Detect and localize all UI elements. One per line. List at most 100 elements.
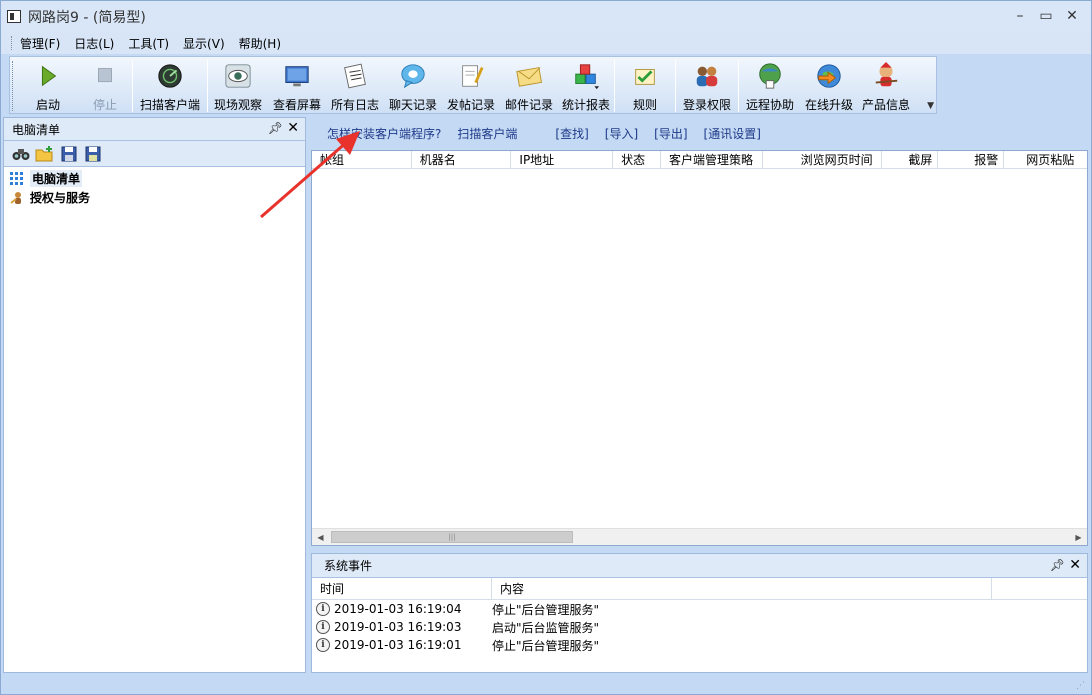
- start-label: 启动: [35, 98, 60, 112]
- chat-icon: [401, 64, 425, 89]
- column-alarm[interactable]: 报警: [938, 151, 1005, 168]
- event-row[interactable]: i 2019-01-03 16:19:01 停止"后台管理服务": [312, 636, 1087, 654]
- save-as-icon[interactable]: [82, 144, 104, 164]
- tree-label-license-service: 授权与服务: [30, 191, 91, 205]
- window-title: 网路岗9 - (简易型): [28, 9, 146, 26]
- tree-label-computer-list: 电脑清单: [30, 170, 83, 187]
- chat-log-label: 聊天记录: [388, 98, 437, 112]
- column-content[interactable]: 内容: [492, 578, 992, 599]
- column-client-policy[interactable]: 客户端管理策略: [661, 151, 763, 168]
- remote-icon: [759, 63, 781, 89]
- remote-assist-label: 远程协助: [745, 98, 794, 112]
- find-binoculars-icon[interactable]: [10, 144, 32, 164]
- new-folder-icon[interactable]: [34, 144, 56, 164]
- find-link[interactable]: [查找]: [555, 125, 588, 142]
- all-logs-button[interactable]: 所有日志: [326, 57, 384, 113]
- live-view-label: 现场观察: [213, 98, 262, 112]
- stop-icon: [98, 68, 112, 83]
- toolbar-grip: [12, 61, 16, 111]
- event-content: 停止"后台管理服务": [492, 638, 600, 653]
- panel-close-icon[interactable]: ✕: [1069, 557, 1081, 573]
- close-button[interactable]: ✕: [1059, 5, 1085, 27]
- column-time[interactable]: 时间: [312, 578, 492, 599]
- rules-label: 规则: [632, 98, 657, 112]
- column-machine-name[interactable]: 机器名: [412, 151, 512, 168]
- play-icon: [41, 65, 57, 87]
- column-browse-time[interactable]: 浏览网页时间: [763, 151, 883, 168]
- scroll-thumb[interactable]: |||: [331, 531, 573, 543]
- menubar-grip: [11, 36, 14, 50]
- toolbar-overflow-icon[interactable]: ▼: [927, 101, 934, 111]
- menu-help[interactable]: 帮助(H): [239, 35, 281, 52]
- column-ip-address[interactable]: IP地址: [511, 151, 614, 168]
- scroll-right-icon[interactable]: ▶: [1070, 529, 1087, 545]
- live-view-button[interactable]: 现场观察: [208, 57, 268, 113]
- mail-icon: [516, 67, 543, 87]
- minimize-button[interactable]: –: [1007, 5, 1033, 27]
- app-window: 网路岗9 - (简易型) – ▭ ✕ 管理(F) 日志(L) 工具(T) 显示(…: [0, 0, 1092, 695]
- pin-icon[interactable]: 📌︎: [1050, 558, 1065, 572]
- menu-tools[interactable]: 工具(T): [128, 35, 169, 52]
- column-web-paste[interactable]: 网页粘贴: [1004, 151, 1087, 168]
- status-bar: ⋰: [1, 675, 1091, 694]
- product-info-label: 产品信息: [861, 98, 910, 112]
- menu-view[interactable]: 显示(V): [183, 35, 225, 52]
- comm-settings-link[interactable]: [通讯设置]: [704, 125, 761, 142]
- login-permission-button[interactable]: 登录权限: [676, 57, 738, 113]
- mail-log-label: 邮件记录: [504, 98, 553, 112]
- title-bar: 网路岗9 - (简易型) – ▭ ✕: [1, 1, 1091, 32]
- annotation-arrow-icon: [260, 131, 360, 219]
- column-screenshot[interactable]: 截屏: [882, 151, 939, 168]
- stats-report-label: 统计报表: [561, 98, 610, 112]
- computer-list-title: 电脑清单: [12, 122, 61, 137]
- online-update-label: 在线升级: [804, 98, 853, 112]
- mail-log-button[interactable]: 邮件记录: [500, 57, 558, 113]
- scan-client-link[interactable]: 扫描客户端: [457, 125, 517, 142]
- save-icon[interactable]: [58, 144, 80, 164]
- scan-icon: [158, 64, 182, 88]
- stats-report-button[interactable]: 统计报表: [558, 57, 614, 113]
- computer-list-table: 帐组 机器名 IP地址 状态 客户端管理策略 浏览网页时间 截屏 报警 网页粘贴…: [311, 150, 1088, 546]
- product-info-button[interactable]: 产品信息: [857, 57, 915, 113]
- users-icon: [696, 66, 718, 87]
- scan-client-label: 扫描客户端: [139, 98, 200, 112]
- all-logs-label: 所有日志: [330, 98, 379, 112]
- menu-manage[interactable]: 管理(F): [20, 35, 60, 52]
- event-time: 2019-01-03 16:19:04: [334, 602, 462, 616]
- event-row[interactable]: i 2019-01-03 16:19:03 启动"后台监管服务": [312, 618, 1087, 636]
- import-link[interactable]: [导入]: [605, 125, 638, 142]
- online-update-button[interactable]: 在线升级: [801, 57, 857, 113]
- scan-client-button[interactable]: 扫描客户端: [133, 57, 207, 113]
- info-icon: i: [316, 638, 330, 652]
- key-person-icon: [10, 191, 21, 204]
- remote-assist-button[interactable]: 远程协助: [739, 57, 801, 113]
- rules-icon: [635, 69, 655, 85]
- column-status[interactable]: 状态: [613, 151, 661, 168]
- event-content: 启动"后台监管服务": [492, 620, 600, 635]
- system-events-header: 系统事件 📌︎ ✕: [312, 554, 1087, 578]
- events-table-header: 时间 内容: [312, 578, 1087, 600]
- table-header: 帐组 机器名 IP地址 状态 客户端管理策略 浏览网页时间 截屏 报警 网页粘贴: [312, 151, 1087, 169]
- main-toolbar: 启动 停止 扫描客户端 现场观察 查看屏幕 所有日志 聊天记录 发帖记录 邮件记…: [9, 56, 937, 114]
- system-events-panel: 系统事件 📌︎ ✕ 时间 内容 i 2019-01-03 16:19:04 停止"…: [311, 553, 1088, 673]
- report-icon: [575, 64, 600, 90]
- window-controls: – ▭ ✕: [1007, 5, 1085, 27]
- maximize-button[interactable]: ▭: [1033, 5, 1059, 27]
- view-screen-button[interactable]: 查看屏幕: [268, 57, 326, 113]
- export-link[interactable]: [导出]: [654, 125, 687, 142]
- start-button[interactable]: 启动: [18, 57, 78, 113]
- horizontal-scrollbar[interactable]: ◀ ||| ▶: [312, 528, 1087, 545]
- resize-grip-icon[interactable]: ⋰: [1076, 681, 1085, 691]
- post-log-button[interactable]: 发帖记录: [442, 57, 500, 113]
- event-row[interactable]: i 2019-01-03 16:19:04 停止"后台管理服务": [312, 600, 1087, 618]
- menu-log[interactable]: 日志(L): [74, 35, 114, 52]
- update-icon: [817, 64, 841, 88]
- scroll-left-icon[interactable]: ◀: [312, 529, 329, 545]
- info-icon: i: [316, 620, 330, 634]
- view-screen-label: 查看屏幕: [272, 98, 321, 112]
- rules-button[interactable]: 规则: [615, 57, 675, 113]
- chat-log-button[interactable]: 聊天记录: [384, 57, 442, 113]
- action-link-bar: 怎样安装客户端程序? 扫描客户端 [查找] [导入] [导出] [通讯设置]: [311, 119, 1089, 147]
- stop-button[interactable]: 停止: [78, 57, 132, 113]
- login-permission-label: 登录权限: [682, 98, 731, 112]
